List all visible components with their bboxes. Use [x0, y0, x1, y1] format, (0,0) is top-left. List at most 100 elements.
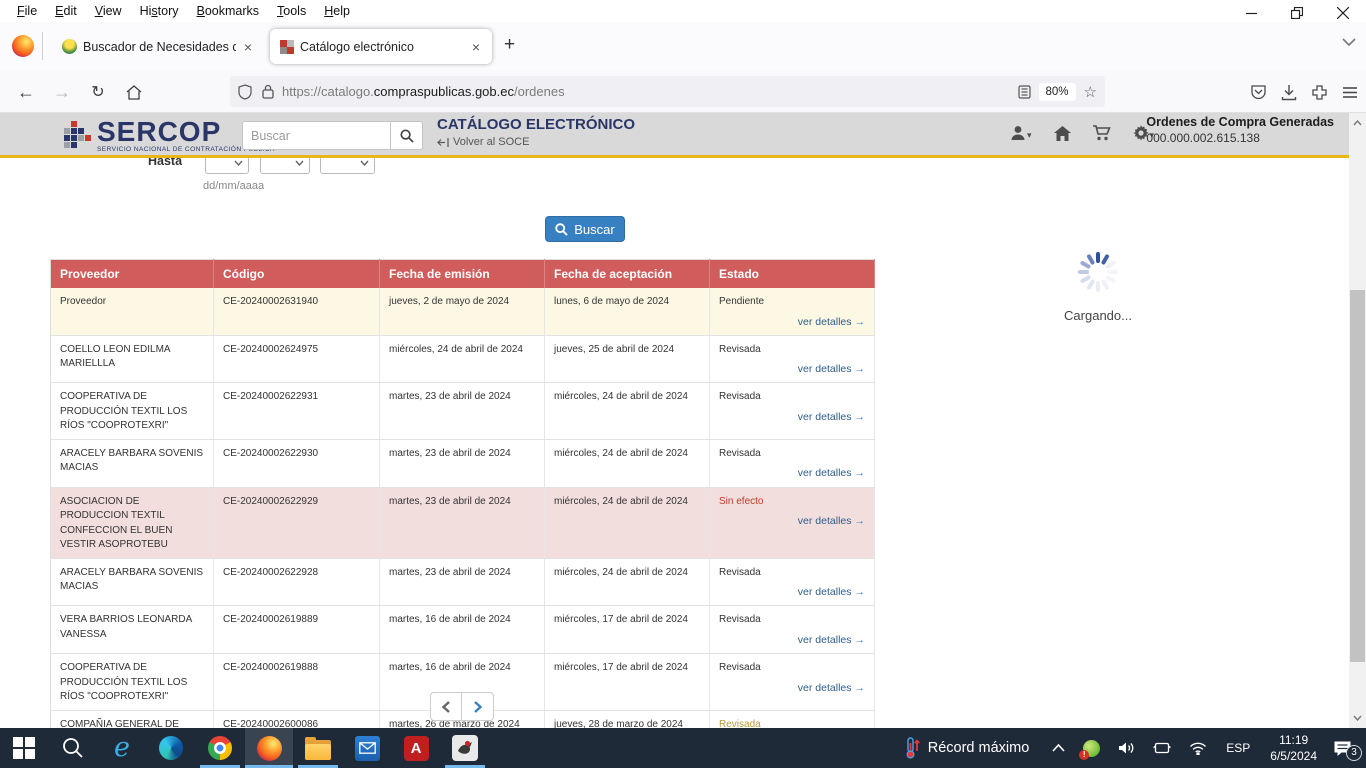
- menu-item-file[interactable]: File: [8, 4, 46, 18]
- page-content: Hasta dd/mm/aaaa Buscar Proveedor Código…: [0, 158, 1349, 728]
- scroll-down-arrow[interactable]: [1349, 710, 1366, 726]
- url-bar[interactable]: https://catalogo.compraspublicas.gob.ec/…: [230, 76, 1105, 107]
- firefox-icon: [257, 736, 282, 761]
- col-codigo: Código: [214, 260, 380, 289]
- cell-fecha-aceptacion: jueves, 28 de marzo de 2024: [545, 710, 710, 728]
- pagination: [430, 692, 494, 721]
- table-row: ASOCIACION DE PRODUCCION TEXTIL CONFECCI…: [51, 487, 875, 558]
- chevron-down-icon: [295, 160, 304, 166]
- back-button[interactable]: ←: [12, 78, 40, 106]
- bookmark-star-icon[interactable]: ☆: [1084, 83, 1097, 101]
- search-icon: [400, 129, 414, 143]
- start-button[interactable]: [0, 728, 48, 768]
- extensions-icon[interactable]: [1311, 84, 1328, 101]
- taskbar-clock[interactable]: 11:19 6/5/2024: [1270, 732, 1317, 764]
- ecuador-favicon: [62, 39, 77, 54]
- ver-detalles-link[interactable]: ver detalles: [798, 515, 852, 527]
- arrow-right-icon: →: [855, 682, 866, 694]
- antivirus-icon: !: [1083, 740, 1100, 757]
- cell-estado: Revisadaver detalles→: [710, 710, 875, 728]
- menu-item-bookmarks[interactable]: Bookmarks: [188, 4, 269, 18]
- taskbar-search-button[interactable]: [49, 728, 97, 768]
- tray-expand-chevron[interactable]: [1052, 744, 1065, 752]
- ver-detalles-link[interactable]: ver detalles: [798, 363, 852, 375]
- col-fecha-emision: Fecha de emisión: [380, 260, 545, 289]
- bird-app-icon: [452, 735, 478, 761]
- prev-page-button[interactable]: [430, 692, 462, 721]
- cell-proveedor: VERA BARRIOS LEONARDA VANESSA: [51, 606, 214, 654]
- page-scrollbar[interactable]: [1349, 113, 1366, 728]
- mail-icon: [355, 736, 380, 761]
- menu-item-edit[interactable]: Edit: [46, 4, 86, 18]
- cell-codigo: CE-20240002600086: [214, 710, 380, 728]
- cell-estado: Pendientever detalles→: [710, 288, 875, 335]
- cell-estado: Revisadaver detalles→: [710, 439, 875, 487]
- menu-item-history[interactable]: History: [131, 4, 188, 18]
- chrome-taskbar-icon[interactable]: [196, 728, 244, 768]
- ver-detalles-link[interactable]: ver detalles: [798, 634, 852, 646]
- menu-item-tools[interactable]: Tools: [268, 4, 315, 18]
- list-tabs-chevron-icon[interactable]: [1342, 38, 1356, 46]
- loading-indicator: Cargando...: [1018, 250, 1178, 323]
- menu-item-help[interactable]: Help: [315, 4, 359, 18]
- volume-tray-icon[interactable]: [1118, 741, 1135, 755]
- mail-taskbar-icon[interactable]: [343, 728, 391, 768]
- tab-close-icon[interactable]: ×: [470, 39, 482, 55]
- ver-detalles-link[interactable]: ver detalles: [798, 411, 852, 423]
- table-header-row: Proveedor Código Fecha de emisión Fecha …: [51, 260, 875, 289]
- ver-detalles-link[interactable]: ver detalles: [798, 682, 852, 694]
- firefox-taskbar-icon[interactable]: [245, 728, 293, 768]
- weather-widget[interactable]: Récord máximo: [906, 737, 1030, 759]
- lock-icon[interactable]: [262, 84, 274, 99]
- zoom-level-badge[interactable]: 80%: [1039, 83, 1076, 101]
- search-icon: [555, 223, 568, 236]
- reader-mode-icon[interactable]: [1018, 85, 1031, 99]
- menu-item-view[interactable]: View: [86, 4, 131, 18]
- language-indicator[interactable]: ESP: [1226, 741, 1250, 755]
- scrollbar-thumb[interactable]: [1350, 290, 1365, 662]
- file-explorer-taskbar-icon[interactable]: [294, 728, 342, 768]
- cart-button[interactable]: [1093, 125, 1111, 141]
- ver-detalles-link[interactable]: ver detalles: [798, 316, 852, 328]
- thermometer-icon: [906, 737, 920, 759]
- arrow-right-icon: →: [855, 363, 866, 375]
- antivirus-tray-icon[interactable]: !: [1083, 740, 1100, 757]
- tab-buscador-necesidades[interactable]: Buscador de Necesidades de Co ×: [52, 29, 264, 64]
- col-fecha-aceptacion: Fecha de aceptación: [545, 260, 710, 289]
- volver-soce-link[interactable]: Volver al SOCE: [453, 136, 529, 148]
- forward-button[interactable]: →: [48, 78, 76, 106]
- ver-detalles-link[interactable]: ver detalles: [798, 467, 852, 479]
- table-row: VERA BARRIOS LEONARDA VANESSACE-20240002…: [51, 606, 875, 654]
- tab-close-icon[interactable]: ×: [242, 39, 254, 55]
- cell-estado: Revisadaver detalles→: [710, 558, 875, 606]
- home-icon: [1054, 126, 1071, 141]
- next-page-button[interactable]: [462, 692, 494, 721]
- user-menu-button[interactable]: ▾: [1010, 125, 1032, 141]
- shield-icon[interactable]: [238, 84, 252, 100]
- new-tab-button[interactable]: +: [504, 34, 515, 56]
- ver-detalles-link[interactable]: ver detalles: [798, 586, 852, 598]
- connect-display-tray-icon[interactable]: [1153, 741, 1171, 755]
- tab-catalogo-electronico[interactable]: Catálogo electrónico ×: [270, 29, 492, 64]
- recorder-app-taskbar-icon[interactable]: [441, 728, 489, 768]
- header-search-button[interactable]: [390, 121, 423, 150]
- acrobat-icon: A: [404, 736, 429, 761]
- pocket-icon[interactable]: [1250, 84, 1267, 101]
- header-search-input[interactable]: [242, 121, 390, 150]
- date-day-select[interactable]: [205, 158, 249, 174]
- acrobat-taskbar-icon[interactable]: A: [392, 728, 440, 768]
- wifi-tray-icon[interactable]: [1189, 742, 1207, 755]
- internet-explorer-taskbar-icon[interactable]: e: [98, 728, 146, 768]
- home-link[interactable]: [1054, 126, 1071, 141]
- action-center-button[interactable]: 3: [1333, 740, 1352, 757]
- reload-button[interactable]: ↻: [84, 78, 112, 106]
- scroll-up-arrow[interactable]: [1349, 115, 1366, 131]
- date-month-select[interactable]: [260, 158, 310, 174]
- downloads-icon[interactable]: [1281, 84, 1297, 101]
- date-year-select[interactable]: [320, 158, 375, 174]
- spinner-icon: [1076, 250, 1120, 294]
- buscar-button[interactable]: Buscar: [545, 216, 625, 242]
- home-button[interactable]: [120, 78, 148, 106]
- edge-taskbar-icon[interactable]: [147, 728, 195, 768]
- hamburger-menu-icon[interactable]: [1342, 86, 1358, 99]
